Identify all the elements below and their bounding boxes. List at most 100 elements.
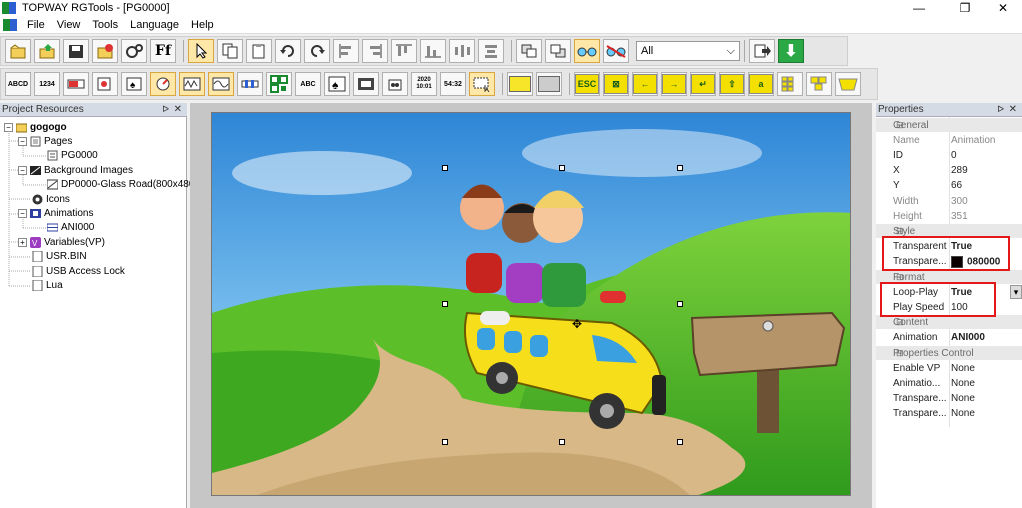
- svg-text:♠: ♠: [332, 78, 339, 92]
- open-project-icon[interactable]: [34, 39, 60, 63]
- layer-filter-select[interactable]: All ⌵: [636, 41, 740, 61]
- align-top-icon[interactable]: [391, 39, 417, 63]
- category-content[interactable]: ⊟ Content: [876, 315, 1022, 329]
- prop-row-enable-vp[interactable]: Enable VP None: [876, 361, 1022, 376]
- send-back-icon[interactable]: [545, 39, 571, 63]
- spade-icon-button[interactable]: ♠: [324, 72, 350, 96]
- distribute-vertical-icon[interactable]: [478, 39, 504, 63]
- robot-widget-icon[interactable]: [382, 72, 408, 96]
- prop-row-animation[interactable]: Animation ANI000: [876, 330, 1022, 345]
- preview-glasses-icon[interactable]: [574, 39, 600, 63]
- prop-row-y[interactable]: Y 66: [876, 178, 1022, 193]
- wave-widget-icon[interactable]: [208, 72, 234, 96]
- time-widget-button[interactable]: 54:32: [440, 72, 466, 96]
- icon-widget-icon[interactable]: [92, 72, 118, 96]
- collapse-icon[interactable]: ⊟: [896, 317, 904, 328]
- prop-row-name[interactable]: Name Animation: [876, 133, 1022, 148]
- align-bottom-icon[interactable]: [420, 39, 446, 63]
- keypad-block-icon[interactable]: [806, 72, 832, 96]
- menu-language[interactable]: Language: [124, 19, 185, 31]
- resize-handle-e[interactable]: [677, 301, 683, 307]
- design-canvas[interactable]: ✥: [190, 103, 872, 508]
- settings-icon[interactable]: [121, 39, 147, 63]
- graph-widget-icon[interactable]: [179, 72, 205, 96]
- slider-widget-icon[interactable]: [237, 72, 263, 96]
- resize-handle-se[interactable]: [677, 439, 683, 445]
- prop-row-x[interactable]: X 289: [876, 163, 1022, 178]
- align-right-icon[interactable]: [362, 39, 388, 63]
- restore-button[interactable]: ❐: [950, 0, 980, 16]
- bar-widget-icon[interactable]: [63, 72, 89, 96]
- prop-row-height[interactable]: Height 351: [876, 209, 1022, 224]
- prop-row-id[interactable]: ID 0: [876, 148, 1022, 163]
- pin-icon[interactable]: ᐅ: [997, 104, 1004, 115]
- collapse-icon[interactable]: ⊟: [896, 348, 904, 359]
- prop-row-width[interactable]: Width 300: [876, 194, 1022, 209]
- qr-code-icon[interactable]: [266, 72, 292, 96]
- collapse-icon[interactable]: ⊟: [896, 226, 904, 237]
- resize-handle-sw[interactable]: [442, 439, 448, 445]
- letter-key-button[interactable]: a: [748, 72, 774, 96]
- ascii-widget-button[interactable]: ABC: [295, 72, 321, 96]
- download-button[interactable]: ⬇: [778, 39, 804, 63]
- paste-icon[interactable]: [246, 39, 272, 63]
- grey-button-icon[interactable]: [536, 72, 562, 96]
- highlight-box-format: [880, 282, 996, 317]
- backspace-key-icon[interactable]: ⊠: [603, 72, 629, 96]
- font-button[interactable]: Ff: [150, 39, 176, 63]
- resize-handle-nw[interactable]: [442, 165, 448, 171]
- yellow-button-icon[interactable]: [507, 72, 533, 96]
- prop-row-transparent-color-vp[interactable]: Transpare... None: [876, 406, 1022, 421]
- tree-node-bg0[interactable]: DP0000-Glass Road(800x480): [47, 177, 198, 191]
- close-icon[interactable]: ✕: [1009, 104, 1017, 115]
- resize-handle-ne[interactable]: [677, 165, 683, 171]
- undo-icon[interactable]: [275, 39, 301, 63]
- resize-handle-s[interactable]: [559, 439, 565, 445]
- select-pointer-icon[interactable]: [188, 39, 214, 63]
- distribute-horizontal-icon[interactable]: [449, 39, 475, 63]
- spade-widget-icon[interactable]: ♠: [121, 72, 147, 96]
- align-left-icon[interactable]: [333, 39, 359, 63]
- close-button[interactable]: ✕: [988, 0, 1018, 16]
- system-menu-icon[interactable]: [3, 18, 17, 31]
- menu-help[interactable]: Help: [185, 19, 220, 31]
- simulate-glasses-icon[interactable]: [603, 39, 629, 63]
- right-arrow-key-icon[interactable]: →: [661, 72, 687, 96]
- category-general[interactable]: ⊟ General: [876, 118, 1022, 132]
- number-widget-button[interactable]: 1234: [34, 72, 60, 96]
- text-widget-button[interactable]: ABCD: [5, 72, 31, 96]
- keypad-grid-icon[interactable]: [777, 72, 803, 96]
- menu-file[interactable]: File: [21, 19, 51, 31]
- close-icon[interactable]: ✕: [174, 104, 182, 115]
- prop-row-animation-vp[interactable]: Animatio... None: [876, 376, 1022, 391]
- left-arrow-key-icon[interactable]: ←: [632, 72, 658, 96]
- keyboard-icon[interactable]: [835, 72, 861, 96]
- shift-key-icon[interactable]: ⇧: [719, 72, 745, 96]
- touch-area-icon[interactable]: [469, 72, 495, 96]
- menu-view[interactable]: View: [51, 19, 87, 31]
- enter-key-icon[interactable]: ↵: [690, 72, 716, 96]
- new-project-icon[interactable]: [5, 39, 31, 63]
- app-icon: [2, 2, 16, 14]
- collapse-icon[interactable]: ⊟: [896, 120, 904, 131]
- collapse-icon[interactable]: ⊟: [896, 272, 904, 283]
- resize-handle-w[interactable]: [442, 301, 448, 307]
- save-icon[interactable]: [63, 39, 89, 63]
- esc-key-button[interactable]: ESC: [574, 72, 600, 96]
- category-properties-control[interactable]: ⊟ Properties Control: [876, 346, 1022, 360]
- menu-tools[interactable]: Tools: [86, 19, 124, 31]
- redo-icon[interactable]: [304, 39, 330, 63]
- resize-handle-n[interactable]: [559, 165, 565, 171]
- date-widget-button[interactable]: 2020 10:01: [411, 72, 437, 96]
- minimize-button[interactable]: —: [904, 0, 934, 16]
- pin-icon[interactable]: ᐅ: [162, 104, 169, 115]
- bring-front-icon[interactable]: [516, 39, 542, 63]
- film-strip-icon[interactable]: [353, 72, 379, 96]
- export-icon[interactable]: [749, 39, 775, 63]
- gauge-widget-icon[interactable]: [150, 72, 176, 96]
- panel-header: Project Resources ᐅ ✕: [0, 103, 187, 117]
- copy-icon[interactable]: [217, 39, 243, 63]
- prop-row-transparent-vp[interactable]: Transpare... None: [876, 391, 1022, 406]
- save-as-icon[interactable]: [92, 39, 118, 63]
- loop-play-dropdown-button[interactable]: ▾: [1010, 285, 1022, 299]
